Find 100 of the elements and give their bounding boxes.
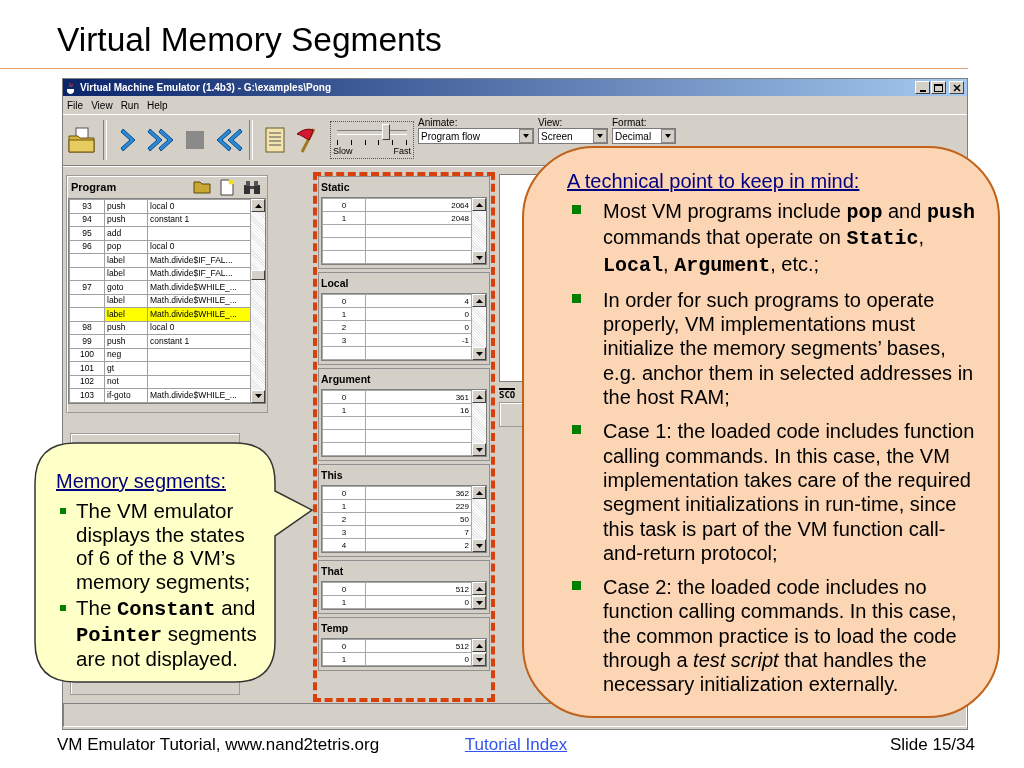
bullet-text: Most VM programs include pop and push commands that operate on Static, Local, Argument, etc.; [603, 199, 975, 278]
argument-cell: local 0 [150, 241, 175, 252]
menu-item[interactable]: Help [147, 99, 168, 111]
value-cell: 50 [460, 514, 469, 524]
bullet-icon [60, 605, 66, 611]
caret-icon [593, 129, 607, 143]
down-arrow-icon[interactable] [475, 351, 483, 356]
command-cell: if-goto [107, 389, 131, 400]
address-cell: 0 [341, 488, 347, 498]
folder-icon[interactable] [193, 180, 211, 194]
argument-cell: constant 1 [150, 335, 190, 346]
line-number: 101 [79, 362, 95, 373]
command-cell: add [107, 227, 122, 238]
up-arrow-icon[interactable] [475, 202, 483, 207]
scrollbar[interactable] [472, 198, 486, 264]
line-number: 103 [79, 389, 95, 400]
argument-cell: Math.divide$WHILE_... [150, 295, 237, 306]
argument-cell: Math.divide$IF_FAL... [150, 254, 233, 265]
slider-label: Slow [333, 146, 353, 156]
down-arrow-icon[interactable] [475, 657, 483, 662]
up-arrow-icon[interactable] [475, 298, 483, 303]
scrollbar[interactable] [472, 390, 486, 456]
address-cell: 0 [341, 200, 347, 210]
address-cell: 3 [341, 527, 347, 537]
screen-label: SCO [499, 388, 516, 400]
slide-title: Virtual Memory Segments [57, 22, 442, 58]
menu-item[interactable]: View [91, 99, 113, 111]
scrollbar[interactable] [472, 639, 486, 666]
segment-title: Argument [321, 372, 372, 387]
command-cell: label [107, 295, 125, 306]
value-cell: 0 [464, 597, 469, 607]
dropdown-label: Animate: [418, 117, 459, 128]
dropdown[interactable]: Program flow [418, 128, 534, 144]
value-cell: 4 [464, 296, 469, 306]
window-title: Virtual Machine Emulator (1.4b3) - G:\examples\Pong [80, 82, 331, 93]
down-arrow-icon[interactable] [254, 394, 262, 398]
down-arrow-icon[interactable] [475, 543, 483, 548]
new-file-icon[interactable] [220, 178, 234, 196]
dropdown[interactable]: Decimal [612, 128, 676, 144]
menu-item[interactable]: File [67, 99, 84, 111]
down-arrow-icon[interactable] [475, 255, 483, 260]
address-cell: 2 [341, 514, 347, 524]
dropdown-label: Format: [612, 117, 648, 128]
tutorial-index-link[interactable]: Tutorial Index [464, 735, 568, 755]
value-cell: 2064 [451, 200, 469, 210]
up-arrow-icon[interactable] [475, 394, 483, 399]
argument-cell: Math.divide$WHILE_... [150, 389, 237, 400]
up-arrow-icon[interactable] [475, 490, 483, 495]
command-cell: label [107, 254, 125, 265]
bullet-icon [572, 581, 581, 591]
command-cell: push [107, 322, 126, 333]
address-cell: 1 [341, 405, 347, 415]
scroll-thumb[interactable] [251, 270, 265, 280]
scrollbar[interactable] [472, 294, 486, 360]
address-cell: 0 [341, 584, 347, 594]
line-number: 95 [82, 227, 92, 238]
bullet-text: The Constant and Pointer segments are not displayed. [76, 596, 258, 671]
command-cell: label [107, 308, 125, 319]
address-cell: 1 [341, 501, 347, 511]
down-arrow-icon[interactable] [475, 447, 483, 452]
up-arrow-icon[interactable] [475, 643, 483, 648]
address-cell: 3 [341, 335, 347, 345]
address-cell: 1 [341, 597, 347, 607]
command-cell: neg [107, 349, 122, 360]
bullet-icon [572, 425, 581, 435]
command-cell: pop [107, 241, 122, 252]
up-arrow-icon[interactable] [254, 203, 262, 208]
callout-heading: A technical point to keep in mind: [567, 169, 860, 194]
line-number: 93 [82, 200, 92, 211]
bullet-text: Case 2: the loaded code includes no function calling commands. In this case, the common practice is to load the code through a test script that handles the necessary initialization externally. [603, 575, 958, 697]
footer-text: VM Emulator Tutorial, www.nand2tetris.org [57, 735, 381, 755]
value-cell: 0 [464, 654, 469, 664]
segment-title: Local [321, 276, 350, 291]
command-cell: goto [107, 281, 124, 292]
argument-cell: local 0 [150, 322, 175, 333]
value-cell: 512 [455, 641, 469, 651]
command-cell: push [107, 214, 126, 225]
line-number: 94 [82, 214, 92, 225]
argument-cell: constant 1 [150, 214, 190, 225]
scrollbar[interactable] [472, 486, 486, 552]
bullet-text: Case 1: the loaded code includes function calling commands. In this case, the VM implementation takes care of the required segment initializations in run-time, since this task is part of the VM function call-and-return protocol; [603, 419, 975, 566]
value-cell: 229 [455, 501, 469, 511]
dropdown-label: View: [538, 117, 564, 128]
callout-heading: Memory segments: [56, 469, 227, 494]
line-number: 99 [82, 335, 92, 346]
cup-icon [66, 81, 76, 94]
dropdown[interactable]: Screen [538, 128, 608, 144]
scrollbar[interactable] [251, 199, 265, 403]
down-arrow-icon[interactable] [475, 600, 483, 605]
up-arrow-icon[interactable] [475, 586, 483, 591]
speed-slider[interactable] [337, 124, 407, 146]
address-cell: 4 [341, 540, 347, 550]
command-cell: push [107, 335, 126, 346]
caret-icon [661, 129, 675, 143]
binoculars-icon[interactable] [243, 179, 261, 195]
line-number: 96 [82, 241, 92, 252]
menu-item[interactable]: Run [120, 99, 139, 111]
argument-cell: Math.divide$IF_FAL... [150, 268, 233, 279]
scrollbar[interactable] [472, 582, 486, 609]
segment-title: Temp [321, 621, 350, 636]
